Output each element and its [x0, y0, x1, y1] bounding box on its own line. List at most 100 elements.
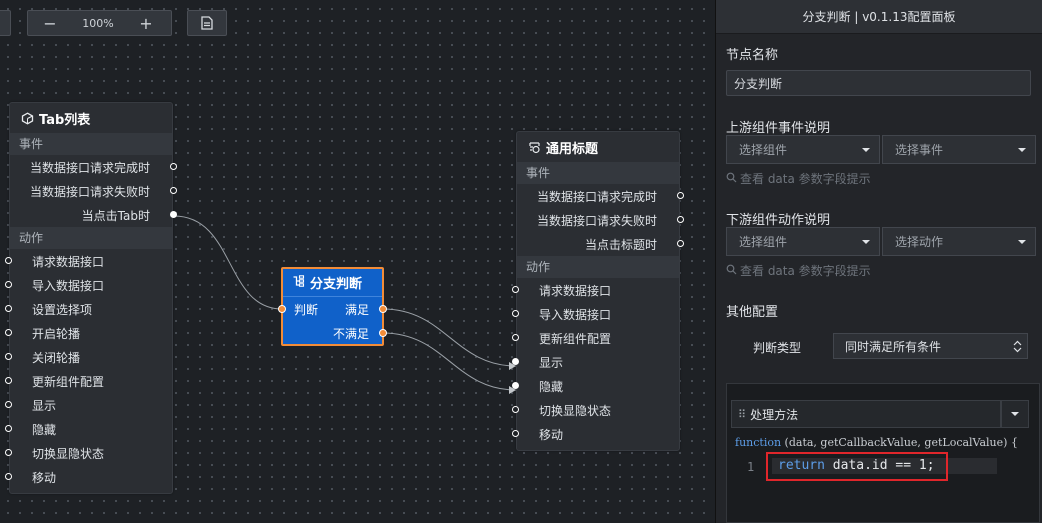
action-label: 设置选择项	[32, 302, 93, 317]
select-placeholder: 选择动作	[895, 235, 944, 249]
flow-canvas[interactable]: − 100% + Tab列表 事件 当数据接口请求完成时 当数据接口请求失败时 …	[0, 0, 715, 523]
input-port[interactable]	[512, 334, 519, 341]
input-port[interactable]	[512, 382, 519, 389]
output-port[interactable]	[170, 211, 177, 218]
action-row: 设置选择项	[5, 297, 172, 321]
function-params: (data, getCallbackValue, getLocalValue) …	[784, 436, 1018, 449]
zoom-in-button[interactable]: +	[124, 14, 168, 33]
input-port[interactable]	[512, 358, 519, 365]
input-port[interactable]	[512, 310, 519, 317]
input-port[interactable]	[5, 449, 12, 456]
input-port[interactable]	[512, 430, 519, 437]
judge-type-label: 判断类型	[753, 341, 802, 355]
downstream-action-select[interactable]: 选择动作	[882, 227, 1036, 256]
output-port[interactable]	[170, 163, 177, 170]
node-branch[interactable]: 分支判断 判断 满足 不满足	[278, 267, 387, 346]
upstream-label: 上游组件事件说明	[726, 121, 831, 136]
drag-handle-icon[interactable]: ⠿	[738, 408, 746, 421]
events-section-label: 事件	[517, 162, 679, 184]
downstream-component-select[interactable]: 选择组件	[726, 227, 880, 256]
chevron-down-icon	[862, 240, 870, 244]
event-label: 当数据接口请求失败时	[29, 184, 150, 199]
node-branch-title: 分支判断	[283, 269, 382, 297]
branch-row-unsatisfy: 不满足	[283, 321, 387, 345]
chevron-down-icon	[862, 148, 870, 152]
branch-input-port[interactable]	[278, 305, 286, 313]
action-label: 更新组件配置	[32, 374, 105, 389]
select-placeholder: 选择组件	[739, 235, 788, 249]
node-common-title-title: 通用标题	[517, 132, 679, 162]
zoom-out-button[interactable]: −	[28, 14, 72, 33]
output-port[interactable]	[677, 240, 684, 247]
upstream-component-select[interactable]: 选择组件	[726, 135, 880, 164]
input-port[interactable]	[5, 281, 12, 288]
node-common-title[interactable]: 通用标题 事件 当数据接口请求完成时 当数据接口请求失败时 当点击标题时 动作 …	[512, 131, 684, 451]
search-icon	[726, 264, 737, 278]
node-title-text: 通用标题	[546, 141, 599, 157]
zoom-level: 100%	[82, 16, 114, 30]
upstream-data-hint[interactable]: 查看 data 参数字段提示	[726, 170, 871, 187]
code-highlight-box	[766, 452, 948, 481]
action-label: 显示	[32, 398, 57, 413]
node-name-input[interactable]: 分支判断	[726, 70, 1031, 96]
event-row: 当数据接口请求完成时	[517, 184, 684, 208]
event-label: 当数据接口请求失败时	[536, 213, 657, 228]
branch-output-port-satisfy[interactable]	[379, 305, 387, 313]
branch-output-port-unsatisfy[interactable]	[379, 329, 387, 337]
action-label: 隐藏	[32, 422, 57, 437]
input-port[interactable]	[5, 329, 12, 336]
chevron-down-icon	[1011, 412, 1019, 416]
judge-type-select[interactable]: 同时满足所有条件	[833, 333, 1028, 359]
panel-header: 分支判断 | v0.1.13配置面板	[716, 0, 1042, 34]
branch-output-satisfy-label: 满足	[344, 302, 369, 317]
action-row: 导入数据接口	[5, 273, 172, 297]
action-label: 移动	[539, 427, 564, 442]
event-row: 当点击Tab时	[10, 203, 177, 227]
output-port[interactable]	[170, 187, 177, 194]
input-port[interactable]	[512, 286, 519, 293]
events-section-label: 事件	[10, 133, 172, 155]
output-port[interactable]	[677, 192, 684, 199]
toolbar-left-button[interactable]	[0, 10, 11, 36]
input-port[interactable]	[5, 305, 12, 312]
input-port[interactable]	[5, 353, 12, 360]
input-port[interactable]	[5, 473, 12, 480]
tab-list-icon	[20, 111, 34, 125]
action-label: 隐藏	[539, 379, 564, 394]
upstream-event-select[interactable]: 选择事件	[882, 135, 1036, 164]
input-port[interactable]	[5, 425, 12, 432]
line-number: 1	[747, 460, 755, 474]
event-label: 当点击Tab时	[81, 208, 150, 223]
node-tab-list[interactable]: Tab列表 事件 当数据接口请求完成时 当数据接口请求失败时 当点击Tab时 动…	[5, 102, 177, 494]
editor-collapse-button[interactable]	[1001, 400, 1029, 428]
node-title-text: Tab列表	[39, 112, 91, 128]
event-row: 当点击标题时	[517, 232, 684, 256]
downstream-data-hint[interactable]: 查看 data 参数字段提示	[726, 262, 871, 279]
input-port[interactable]	[5, 401, 12, 408]
node-title-text: 分支判断	[310, 277, 363, 292]
action-label: 显示	[539, 355, 564, 370]
action-label: 关闭轮播	[32, 350, 81, 365]
input-port[interactable]	[5, 377, 12, 384]
node-name-label: 节点名称	[726, 48, 779, 63]
hint-text: 查看 data 参数字段提示	[740, 264, 871, 278]
chevron-down-icon	[1018, 240, 1026, 244]
select-placeholder: 选择组件	[739, 143, 788, 157]
branch-row-satisfy: 判断 满足	[278, 297, 387, 321]
document-button[interactable]	[187, 10, 227, 36]
input-port[interactable]	[5, 257, 12, 264]
action-row: 切换显隐状态	[5, 441, 172, 465]
action-row: 切换显隐状态	[512, 398, 679, 422]
judge-type-value: 同时满足所有条件	[845, 339, 942, 354]
input-port[interactable]	[512, 406, 519, 413]
action-row: 移动	[5, 465, 172, 489]
action-row: 隐藏	[512, 374, 679, 398]
select-placeholder: 选择事件	[895, 143, 944, 157]
other-config-label: 其他配置	[726, 305, 779, 320]
output-port[interactable]	[677, 216, 684, 223]
common-title-icon	[527, 140, 541, 154]
action-row: 显示	[512, 350, 679, 374]
action-label: 导入数据接口	[32, 278, 105, 293]
chevron-down-icon	[1018, 148, 1026, 152]
branch-input-label: 判断	[294, 302, 319, 317]
